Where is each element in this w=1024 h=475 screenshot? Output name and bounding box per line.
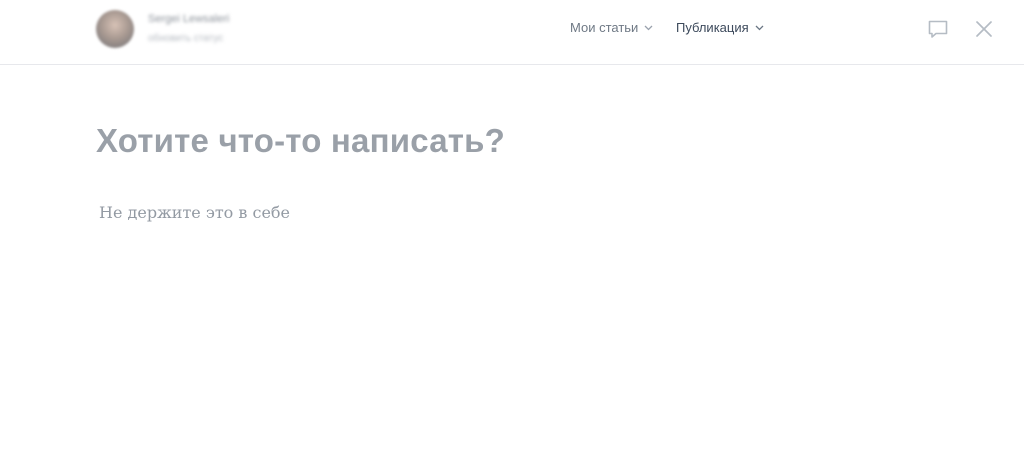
editor-header: Sergei Lewsaleri обновить статус Мои ста… xyxy=(0,0,1024,65)
avatar[interactable] xyxy=(96,10,134,48)
close-button[interactable] xyxy=(973,18,995,40)
chevron-down-icon xyxy=(644,25,653,30)
publication-dropdown[interactable]: Публикация xyxy=(676,20,764,35)
comment-button[interactable] xyxy=(927,18,949,40)
article-title-placeholder[interactable]: Хотите что-то написать? xyxy=(96,122,505,160)
author-status[interactable]: обновить статус xyxy=(148,33,223,44)
publication-label: Публикация xyxy=(676,20,749,35)
author-name[interactable]: Sergei Lewsaleri xyxy=(148,13,229,25)
article-body-placeholder[interactable]: Не держите это в себе xyxy=(99,203,290,222)
my-articles-dropdown[interactable]: Мои статьи xyxy=(570,20,653,35)
comment-icon xyxy=(928,20,948,38)
close-icon xyxy=(976,21,992,37)
my-articles-label: Мои статьи xyxy=(570,20,639,35)
chevron-down-icon xyxy=(755,25,764,30)
